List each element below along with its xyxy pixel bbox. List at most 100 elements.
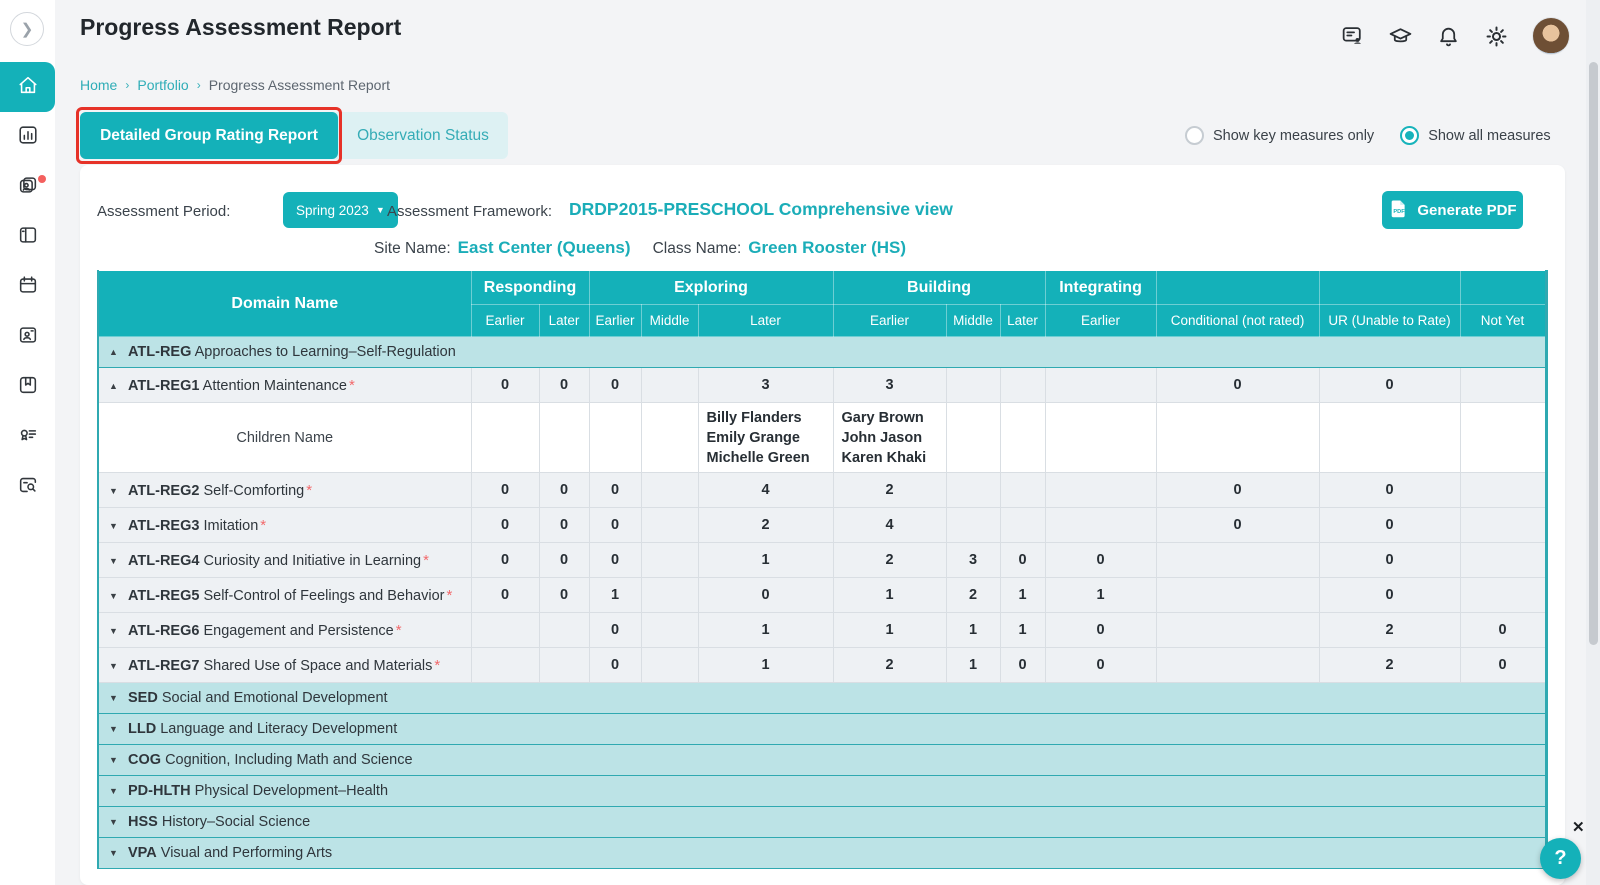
- sidebar-item-home[interactable]: [0, 62, 55, 112]
- domain-group-cell[interactable]: ▼ PD-HLTH Physical Development–Health: [97, 775, 1547, 807]
- assessment-framework-value[interactable]: DRDP2015-PRESCHOOL Comprehensive view: [569, 199, 953, 220]
- measure-name-cell[interactable]: ▼ ATL-REG4 Curiosity and Initiative in Le…: [97, 542, 472, 578]
- radio-circle[interactable]: [1185, 126, 1204, 145]
- children-row: Children Name Billy Flanders Emily Grange M…: [97, 402, 1547, 473]
- measure-name-cell[interactable]: ▼ ATL-REG6 Engagement and Persistence *: [97, 612, 472, 648]
- sidebar-item-certificates[interactable]: [0, 412, 55, 462]
- rating-count-cell: 0: [588, 507, 642, 543]
- site-name-value[interactable]: East Center (Queens): [458, 238, 631, 258]
- sidebar-item-reports[interactable]: [0, 112, 55, 162]
- close-help-icon[interactable]: ✕: [1572, 818, 1585, 836]
- extra-column-header: UR (Unable to Rate): [1318, 304, 1461, 337]
- measure-label: Shared Use of Space and Materials: [203, 657, 433, 674]
- tab-detailed-group-rating-report[interactable]: Detailed Group Rating Report: [80, 112, 338, 159]
- measure-name-cell[interactable]: ▼ ATL-REG5 Self-Control of Feelings and B…: [97, 577, 472, 613]
- expand-arrow-icon[interactable]: ▼: [109, 724, 128, 734]
- sub-level-header: Later: [538, 304, 590, 337]
- radio-show-key-measures[interactable]: Show key measures only: [1185, 126, 1374, 145]
- expand-arrow-icon[interactable]: ▼: [109, 693, 128, 703]
- table-body: ▲ ATL-REG Approaches to Learning–Self-Reg…: [97, 336, 1547, 869]
- domain-group-row[interactable]: ▼ COG Cognition, Including Math and Scien…: [97, 744, 1547, 776]
- domain-group-cell[interactable]: ▼ LLD Language and Literacy Development: [97, 713, 1547, 745]
- key-measure-asterisk: *: [446, 586, 453, 604]
- measure-code: ATL-REG5: [128, 587, 200, 604]
- rating-count-cell: [538, 647, 590, 683]
- expand-arrow-icon[interactable]: ▼: [109, 755, 128, 765]
- collapse-arrow-icon[interactable]: ▲: [109, 381, 128, 391]
- domain-group-row[interactable]: ▼ SED Social and Emotional Development: [97, 682, 1547, 714]
- sidebar-item-profiles[interactable]: [0, 162, 55, 212]
- domain-label: Approaches to Learning–Self-Regulation: [194, 344, 456, 360]
- domain-group-row[interactable]: ▼ HSS History–Social Science: [97, 806, 1547, 838]
- measure-filter: Show key measures only Show all measures: [1185, 126, 1551, 145]
- expand-arrow-icon[interactable]: ▼: [109, 786, 128, 796]
- radio-label: Show all measures: [1428, 127, 1551, 144]
- measure-name-cell[interactable]: ▲ ATL-REG1 Attention Maintenance *: [97, 367, 472, 403]
- expand-arrow-icon[interactable]: ▼: [109, 817, 128, 827]
- sidebar-expand-toggle[interactable]: ❯: [10, 12, 44, 46]
- rating-count-cell: 1: [832, 577, 947, 613]
- sub-level-header: Earlier: [832, 304, 947, 337]
- gear-icon[interactable]: [1484, 24, 1509, 49]
- domain-code: COG: [128, 752, 162, 768]
- rating-count-cell: [1155, 612, 1320, 648]
- radio-circle[interactable]: [1400, 126, 1420, 145]
- rating-count-cell: 0: [1459, 612, 1547, 648]
- rating-count-cell: [1155, 577, 1320, 613]
- measure-name-cell[interactable]: ▼ ATL-REG3 Imitation *: [97, 507, 472, 543]
- measure-name-cell[interactable]: ▼ ATL-REG2 Self-Comforting *: [97, 472, 472, 508]
- rating-count-cell: 0: [588, 472, 642, 508]
- domain-group-row[interactable]: ▲ ATL-REG Approaches to Learning–Self-Reg…: [97, 336, 1547, 368]
- generate-pdf-button[interactable]: PDF Generate PDF: [1382, 191, 1523, 229]
- feedback-icon[interactable]: [1340, 24, 1365, 49]
- sidebar-item-library[interactable]: [0, 362, 55, 412]
- expand-arrow-icon[interactable]: ▼: [109, 486, 128, 496]
- domain-label: Social and Emotional Development: [161, 690, 388, 706]
- expand-arrow-icon[interactable]: ▼: [109, 556, 128, 566]
- assessment-period-label: Assessment Period:: [97, 203, 231, 220]
- domain-label: Cognition, Including Math and Science: [165, 752, 413, 768]
- rating-count-cell: 0: [470, 542, 540, 578]
- bell-icon[interactable]: [1436, 24, 1461, 49]
- collapse-arrow-icon[interactable]: ▲: [109, 347, 128, 357]
- expand-arrow-icon[interactable]: ▼: [109, 591, 128, 601]
- radio-show-all-measures[interactable]: Show all measures: [1400, 126, 1551, 145]
- assessment-period-dropdown[interactable]: Spring 2023 ▼: [283, 192, 398, 228]
- sidebar-item-screening[interactable]: [0, 462, 55, 512]
- domain-code: SED: [128, 690, 158, 706]
- class-name-value[interactable]: Green Rooster (HS): [748, 238, 906, 258]
- sidebar-item-portfolio[interactable]: [0, 212, 55, 262]
- domain-group-cell[interactable]: ▼ HSS History–Social Science: [97, 806, 1547, 838]
- measure-label: Imitation: [203, 517, 259, 534]
- domain-group-cell[interactable]: ▼ VPA Visual and Performing Arts: [97, 837, 1547, 869]
- rating-count-cell: [999, 367, 1046, 403]
- sidebar-item-children[interactable]: [0, 312, 55, 362]
- header-spacer: [1155, 270, 1320, 305]
- breadcrumb-portfolio[interactable]: Portfolio: [137, 77, 188, 93]
- rating-count-cell: 0: [538, 472, 590, 508]
- expand-arrow-icon[interactable]: ▼: [109, 626, 128, 636]
- expand-arrow-icon[interactable]: ▼: [109, 521, 128, 531]
- expand-arrow-icon[interactable]: ▼: [109, 661, 128, 671]
- domain-group-cell[interactable]: ▼ SED Social and Emotional Development: [97, 682, 1547, 714]
- domain-group-row[interactable]: ▼ PD-HLTH Physical Development–Health: [97, 775, 1547, 807]
- expand-arrow-icon[interactable]: ▼: [109, 848, 128, 858]
- domain-group-cell[interactable]: ▼ COG Cognition, Including Math and Scien…: [97, 744, 1547, 776]
- domain-group-row[interactable]: ▼ VPA Visual and Performing Arts: [97, 837, 1547, 869]
- help-button[interactable]: ?: [1540, 838, 1581, 879]
- measure-name-cell[interactable]: ▼ ATL-REG7 Shared Use of Space and Materi…: [97, 647, 472, 683]
- page-scrollbar-thumb[interactable]: [1589, 62, 1598, 645]
- rating-count-cell: 0: [1044, 612, 1157, 648]
- measure-label: Self-Comforting: [203, 482, 305, 499]
- rating-count-cell: 1: [697, 612, 834, 648]
- rating-count-cell: [999, 507, 1046, 543]
- rating-count-cell: 0: [1318, 507, 1461, 543]
- domain-group-row[interactable]: ▼ LLD Language and Literacy Development: [97, 713, 1547, 745]
- breadcrumb-home[interactable]: Home: [80, 77, 117, 93]
- sidebar-item-calendar[interactable]: [0, 262, 55, 312]
- class-name-label: Class Name:: [652, 240, 742, 257]
- domain-group-cell[interactable]: ▲ ATL-REG Approaches to Learning–Self-Reg…: [97, 336, 1547, 368]
- graduation-cap-icon[interactable]: [1388, 24, 1413, 49]
- tab-observation-status[interactable]: Observation Status: [338, 112, 508, 159]
- user-avatar[interactable]: [1532, 17, 1570, 55]
